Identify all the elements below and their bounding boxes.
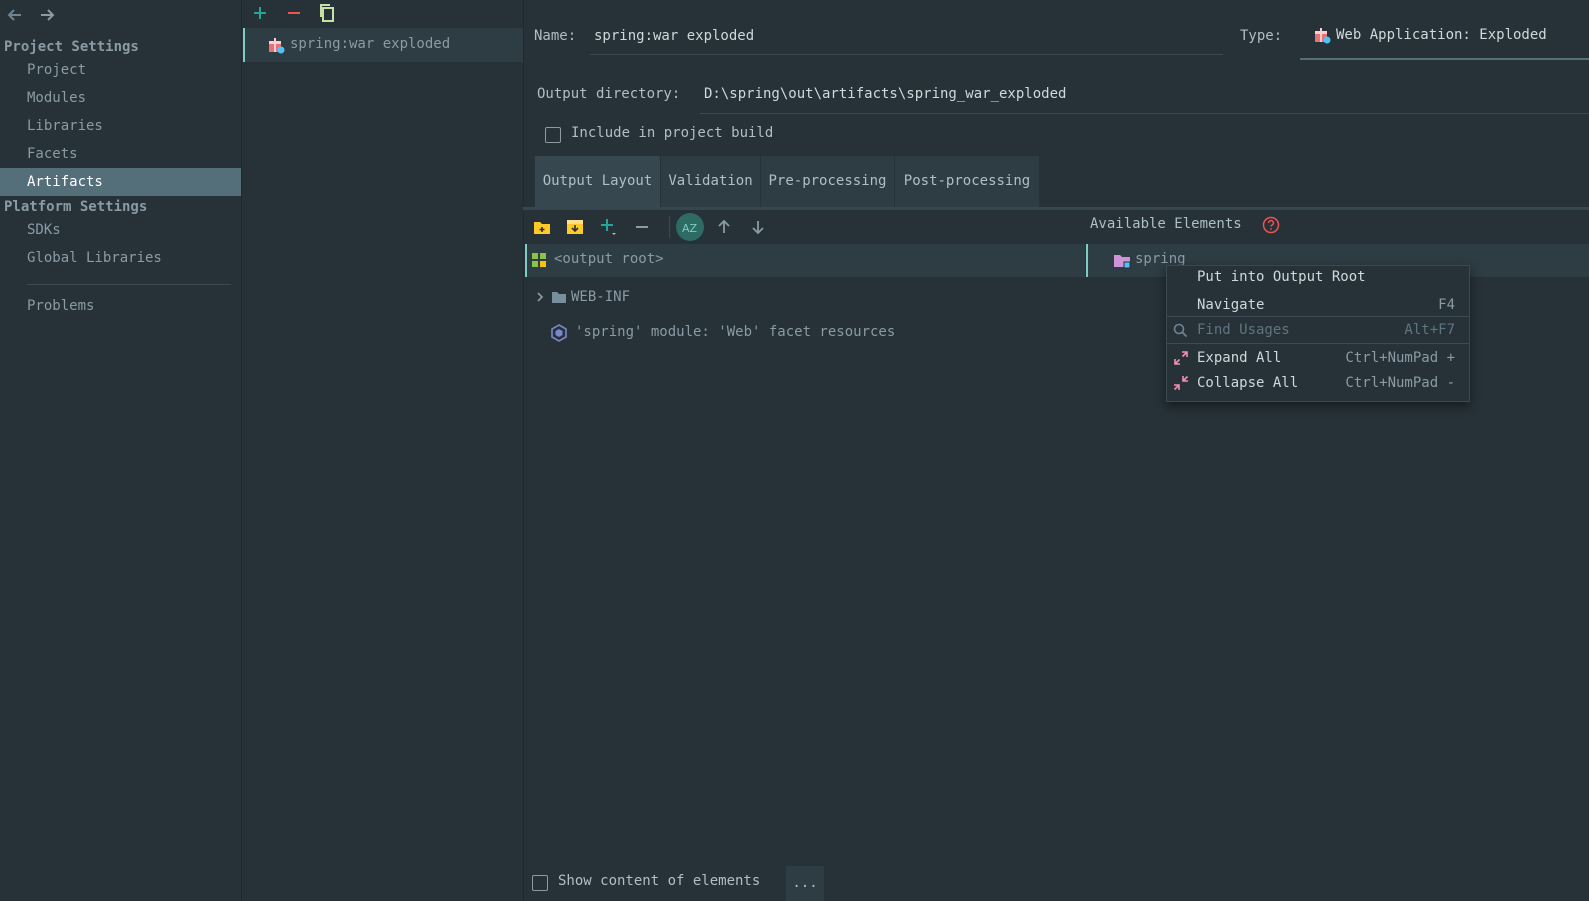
settings-nav: Project Settings Project Modules Librari… — [0, 0, 242, 901]
menu-item-navigate[interactable]: Navigate F4 — [1167, 293, 1469, 317]
output-root-label: <output root> — [554, 251, 664, 267]
nav-item-project[interactable]: Project — [0, 56, 241, 84]
menu-item-put-into-output-root[interactable]: Put into Output Root — [1167, 265, 1469, 289]
name-field-underline — [590, 54, 1223, 55]
show-content-label: Show content of elements — [558, 873, 761, 889]
plus-icon[interactable] — [251, 4, 269, 22]
include-build-checkbox[interactable] — [545, 127, 561, 143]
toolbar-separator — [669, 216, 670, 238]
copy-icon[interactable] — [318, 3, 336, 23]
output-directory-field[interactable]: D:\spring\out\artifacts\spring_war_explo… — [704, 86, 1066, 102]
nav-divider — [27, 284, 231, 285]
tab-post-processing[interactable]: Post-processing — [895, 156, 1039, 207]
menu-separator — [1167, 316, 1469, 317]
artifact-row[interactable]: spring:war exploded — [243, 28, 523, 62]
tab-validation[interactable]: Validation — [661, 156, 760, 207]
include-build-label: Include in project build — [571, 125, 774, 141]
menu-separator — [1167, 343, 1469, 344]
nav-item-artifacts[interactable]: Artifacts — [0, 168, 241, 196]
archive-icon[interactable] — [562, 214, 588, 240]
nav-item-sdks[interactable]: SDKs — [0, 216, 241, 244]
nav-item-libraries[interactable]: Libraries — [0, 112, 241, 140]
menu-item-find-usages: Find Usages Alt+F7 — [1167, 318, 1469, 342]
show-content-checkbox[interactable] — [532, 875, 548, 891]
nav-item-modules[interactable]: Modules — [0, 84, 241, 112]
search-icon — [1173, 323, 1188, 338]
menu-item-expand-all[interactable]: Expand All Ctrl+NumPad + — [1167, 346, 1469, 370]
menu-item-collapse-all[interactable]: Collapse All Ctrl+NumPad - — [1167, 371, 1469, 395]
web-facet-icon — [551, 324, 567, 342]
artifact-label: spring:war exploded — [290, 36, 451, 52]
collapse-all-icon — [1173, 375, 1189, 391]
project-settings-header: Project Settings — [4, 39, 139, 55]
type-label: Type: — [1240, 28, 1283, 44]
output-directory-underline — [700, 113, 1589, 114]
nav-item-global-libraries[interactable]: Global Libraries — [0, 244, 241, 272]
tree-root-row[interactable]: <output root> — [525, 244, 1085, 277]
available-elements-title: Available Elements — [1090, 216, 1242, 232]
minus-icon[interactable] — [285, 4, 303, 22]
module-folder-icon — [1113, 253, 1131, 269]
folder-icon — [551, 290, 567, 304]
nav-item-facets[interactable]: Facets — [0, 140, 241, 168]
expand-all-icon — [1173, 350, 1189, 366]
tabs-underline — [523, 207, 1589, 210]
question-icon[interactable] — [1262, 216, 1280, 234]
tab-pre-processing[interactable]: Pre-processing — [761, 156, 894, 207]
type-value: Web Application: Exploded — [1336, 27, 1547, 43]
output-root-icon — [531, 252, 547, 268]
name-label: Name: — [534, 28, 577, 44]
remove-icon[interactable] — [629, 214, 655, 240]
move-up-icon[interactable] — [711, 214, 737, 240]
web-app-icon — [1314, 27, 1331, 44]
platform-settings-header: Platform Settings — [4, 199, 148, 215]
add-icon[interactable] — [596, 214, 622, 240]
nav-item-problems[interactable]: Problems — [0, 292, 241, 320]
forward-arrow-icon[interactable] — [38, 6, 56, 24]
chevron-right-icon[interactable] — [535, 291, 545, 303]
output-directory-label: Output directory: — [537, 86, 681, 102]
name-field[interactable]: spring:war exploded — [594, 28, 754, 44]
war-artifact-icon — [268, 37, 285, 54]
tab-output-layout[interactable]: Output Layout — [535, 156, 660, 207]
artifacts-list-panel — [242, 0, 524, 901]
tree-item-web-inf[interactable]: WEB-INF — [571, 289, 630, 305]
context-menu: Put into Output Root Navigate F4 Find Us… — [1166, 265, 1470, 402]
more-button[interactable]: ... — [786, 866, 824, 901]
type-dropdown[interactable]: Web Application: Exploded — [1300, 18, 1589, 60]
new-folder-icon[interactable] — [529, 214, 555, 240]
sort-az-icon[interactable]: AZ — [676, 213, 704, 241]
tree-item-web-facet[interactable]: 'spring' module: 'Web' facet resources — [575, 324, 895, 340]
move-down-icon[interactable] — [745, 214, 771, 240]
svg-text:AZ: AZ — [682, 222, 698, 234]
back-arrow-icon[interactable] — [6, 6, 24, 24]
